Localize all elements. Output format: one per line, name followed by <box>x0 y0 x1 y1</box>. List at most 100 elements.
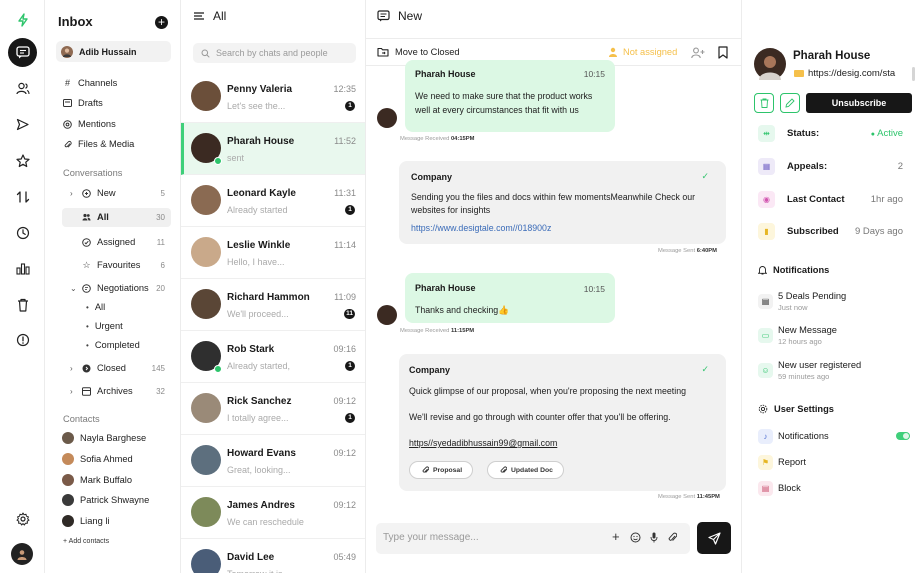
nav-mentions[interactable]: Mentions <box>63 116 116 132</box>
notification-title: New Message <box>778 325 837 335</box>
nav-files-media[interactable]: Files & Media <box>63 136 134 152</box>
contact-item[interactable]: Nayla Barghese <box>62 432 146 444</box>
setting-report[interactable]: ⚑ Report <box>758 455 910 470</box>
contact-item[interactable]: Liang li <box>62 515 109 527</box>
folder-archives-label: Archives <box>97 386 133 396</box>
bolt-logo-icon[interactable] <box>8 5 37 34</box>
add-user-icon[interactable] <box>691 47 705 59</box>
chat-row[interactable]: Rick Sanchez I totally agree... 09:12 1 <box>181 383 365 435</box>
users-icon[interactable] <box>8 74 37 103</box>
star-icon[interactable] <box>8 146 37 175</box>
online-status-dot <box>214 157 222 165</box>
chat-row[interactable]: Rob Stark Already started, 09:16 1 <box>181 331 365 383</box>
setting-block[interactable]: ▤ Block <box>758 481 910 496</box>
search-input[interactable]: Search by chats and people <box>193 43 356 63</box>
contact-item[interactable]: Patrick Shwayne <box>62 494 149 506</box>
subfolder-all[interactable]: • All <box>86 299 105 315</box>
edit-contact-button[interactable] <box>780 93 800 113</box>
folder-favourites-label: Favourites <box>97 260 141 270</box>
chat-row[interactable]: David Lee Tomorrow it is... 05:49 <box>181 539 365 573</box>
assign-status-button[interactable]: Not assigned <box>608 47 677 57</box>
subfolder-urgent[interactable]: • Urgent <box>86 318 123 334</box>
notification-time: Just now <box>778 303 808 312</box>
url-scrollbar[interactable] <box>912 67 915 81</box>
contact-item[interactable]: Sofia Ahmed <box>62 453 133 465</box>
chat-icon[interactable] <box>8 38 37 67</box>
nav-drafts[interactable]: Drafts <box>63 95 103 111</box>
status-icon: ⇹ <box>758 125 775 142</box>
trash-icon[interactable] <box>8 290 37 319</box>
message-link[interactable]: https://www.desigtale.com//018900z <box>411 223 551 233</box>
unread-badge: 1 <box>345 101 355 111</box>
chat-list-header: All <box>193 9 226 23</box>
message-composer[interactable]: Type your message... + <box>376 523 690 554</box>
plus-icon[interactable]: + <box>612 529 620 544</box>
notification-title: 5 Deals Pending <box>778 291 847 301</box>
attachment-chip[interactable]: Updated Doc <box>487 461 564 479</box>
user-icon: ☺ <box>758 363 773 378</box>
folder-archives[interactable]: › Archives 32 <box>70 383 171 399</box>
meta-label: Message Received <box>400 328 450 334</box>
bookmark-icon[interactable] <box>718 46 728 59</box>
add-contacts-link[interactable]: + Add contacts <box>63 538 109 545</box>
chat-row[interactable]: Penny Valeria Let's see the... 12:35 1 <box>181 71 365 123</box>
microphone-icon[interactable] <box>650 532 658 543</box>
folder-new[interactable]: › New 5 <box>70 185 171 201</box>
setting-notifications[interactable]: ♪ Notifications <box>758 429 910 444</box>
chat-row[interactable]: Leonard Kayle Already started 11:31 1 <box>181 175 365 227</box>
contact-item[interactable]: Mark Buffalo <box>62 474 132 486</box>
emoji-icon[interactable] <box>630 532 641 543</box>
chat-row[interactable]: Leslie Winkle Hello, I have... 11:14 <box>181 227 365 279</box>
folder-all[interactable]: All 30 <box>70 209 171 225</box>
chat-row[interactable]: Richard Hammon We'll proceed... 11:09 11 <box>181 279 365 331</box>
person-icon <box>609 47 617 57</box>
message-link[interactable]: https//syedadibhussain99@gmail.com <box>409 436 557 450</box>
stat-label: Appeals: <box>787 161 828 172</box>
bell-icon <box>758 266 767 275</box>
profile-name: Pharah House <box>793 50 871 62</box>
folder-assigned[interactable]: Assigned 11 <box>70 234 171 250</box>
folder-favourites[interactable]: ☆ Favourites 6 <box>70 257 171 273</box>
chat-row[interactable]: Pharah House sent 11:52 <box>181 123 365 175</box>
status-value-text: Active <box>877 128 903 139</box>
notifications-toggle[interactable] <box>896 432 910 440</box>
search-placeholder: Search by chats and people <box>216 48 328 58</box>
notification-title: New user registered <box>778 360 862 370</box>
nav-files-media-label: Files & Media <box>78 139 135 149</box>
group-icon <box>82 213 91 222</box>
unsubscribe-button[interactable]: Unsubscribe <box>806 93 912 113</box>
new-conversation-button[interactable]: + <box>155 16 168 29</box>
profile-avatar[interactable] <box>11 543 33 565</box>
email-icon <box>794 70 804 77</box>
move-to-closed-button[interactable]: Move to Closed <box>377 47 460 57</box>
chat-row[interactable]: Howard Evans Great, looking... 09:12 <box>181 435 365 487</box>
chat-time: 09:12 <box>333 396 356 406</box>
current-user-chip[interactable]: Adib Hussain <box>56 41 171 62</box>
bookmark-badge-icon: ▮ <box>758 223 775 240</box>
analytics-icon[interactable] <box>8 254 37 283</box>
send-icon <box>707 531 721 545</box>
profile-url[interactable]: https://desig.com/sta <box>794 68 910 79</box>
folder-negotiations[interactable]: ⌄ Negotiations 20 <box>70 280 171 296</box>
nav-channels[interactable]: # Channels <box>63 75 117 91</box>
chat-row[interactable]: James Andres We can reschedule 09:12 <box>181 487 365 539</box>
message-meta: Message Sent 6:40PM <box>658 248 717 254</box>
delete-contact-button[interactable] <box>754 93 774 113</box>
clock-icon[interactable] <box>8 218 37 247</box>
attach-icon[interactable] <box>668 532 677 543</box>
attachment-chip[interactable]: Proposal <box>409 461 474 479</box>
menu-lines-icon[interactable] <box>193 11 205 21</box>
folder-closed[interactable]: › Closed 145 <box>70 360 171 376</box>
incoming-message-bubble: Pharah House 10:15 We need to make sure … <box>405 60 615 132</box>
contact-name: Mark Buffalo <box>80 475 133 485</box>
settings-gear-icon[interactable] <box>8 504 37 533</box>
transfer-icon[interactable] <box>8 182 37 211</box>
profile-url-text: https://desig.com/sta <box>808 68 896 79</box>
send-icon[interactable] <box>8 110 37 139</box>
star-outline-icon: ☆ <box>82 259 91 270</box>
send-button[interactable] <box>697 522 731 554</box>
chat-avatar <box>191 497 221 527</box>
alert-icon[interactable] <box>8 325 37 354</box>
subfolder-completed[interactable]: • Completed <box>86 337 140 353</box>
stat-subscribed: ▮ Subscribed 9 Days ago <box>758 222 903 242</box>
